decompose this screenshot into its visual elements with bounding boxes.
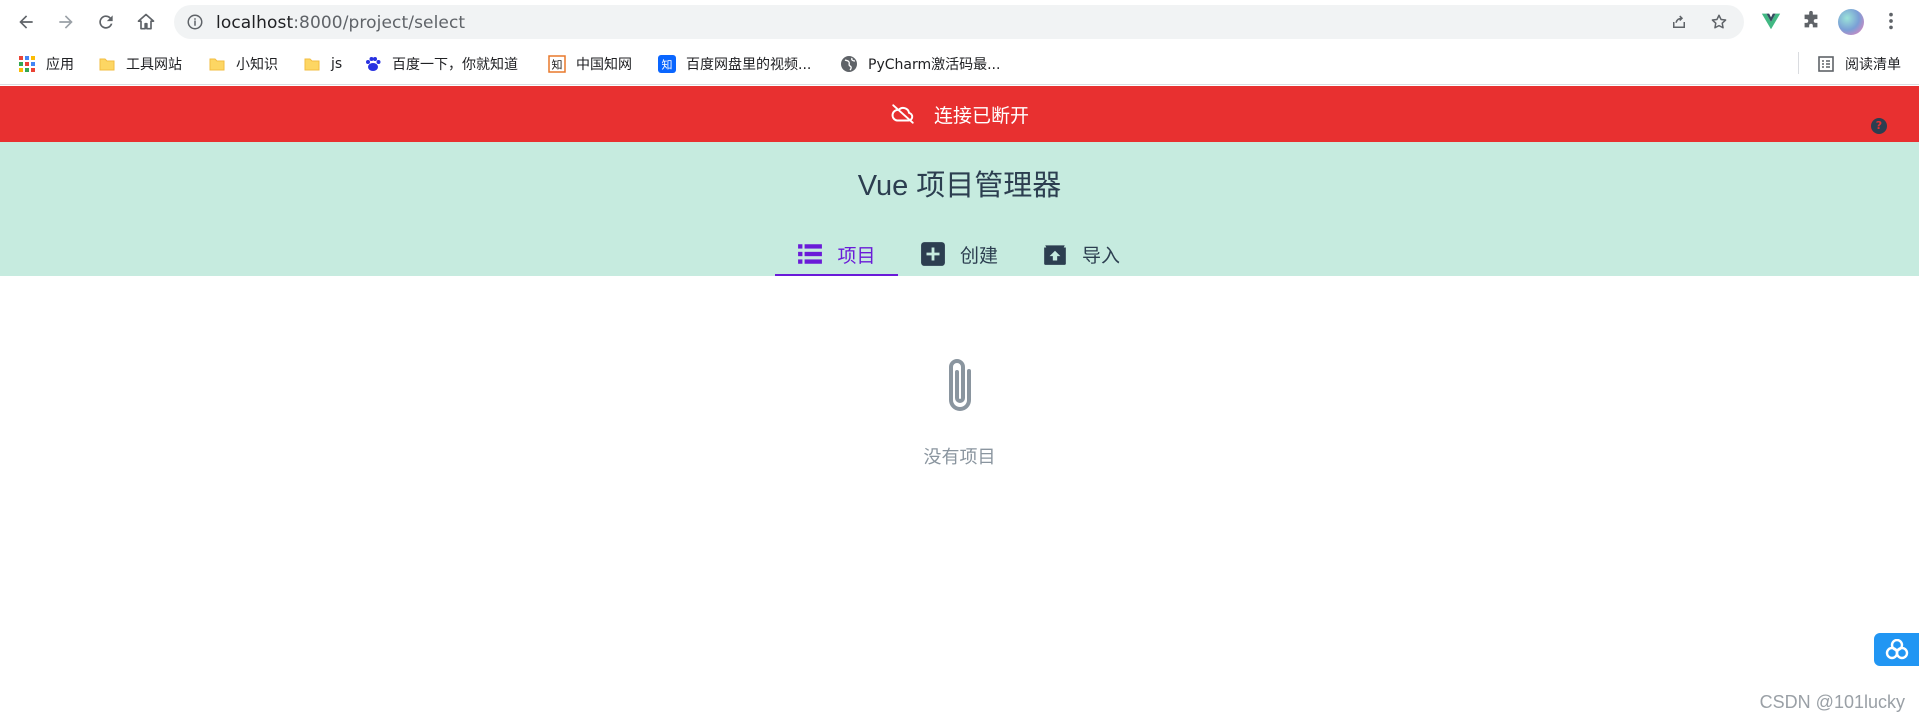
connection-lost-banner: 连接已断开 — [0, 86, 1919, 142]
share-icon[interactable] — [1670, 13, 1688, 31]
project-manager-header: Vue 项目管理器 项目 创建 导入 — [0, 142, 1919, 276]
bookmark-baidupan[interactable]: 知 百度网盘里的视频... — [658, 53, 811, 75]
cnki-icon: 知 — [548, 55, 566, 73]
apps-grid-icon — [19, 56, 35, 72]
baidu-netdisk-icon — [1885, 638, 1908, 659]
empty-message: 没有项目 — [923, 447, 996, 468]
zhihu-icon: 知 — [658, 55, 676, 73]
folder-icon — [99, 58, 115, 71]
bookmark-cnki[interactable]: 知 中国知网 — [548, 53, 632, 75]
tab-create[interactable]: 创建 — [898, 232, 1020, 276]
extensions-icon[interactable] — [1800, 10, 1822, 32]
bookmark-apps[interactable]: 应用 — [18, 53, 74, 75]
bookmark-label: 百度网盘里的视频... — [686, 57, 812, 73]
bookmark-js[interactable]: js — [303, 53, 342, 75]
unarchive-icon — [1044, 245, 1066, 265]
profile-avatar[interactable] — [1838, 9, 1864, 35]
baidu-paw-icon — [366, 57, 381, 71]
bookmark-baidu[interactable]: 百度一下，你就知道 — [364, 53, 518, 75]
bookmark-label: 工具网站 — [126, 57, 182, 73]
empty-state: 没有项目 — [0, 355, 1919, 469]
cloud-off-icon — [891, 104, 914, 124]
home-button[interactable] — [134, 10, 158, 34]
folder-icon — [304, 58, 320, 71]
page-title: Vue 项目管理器 — [857, 170, 1062, 202]
arrow-right-icon — [59, 15, 73, 29]
bookmark-tools[interactable]: 工具网站 — [98, 53, 182, 75]
bookmark-label: 应用 — [46, 57, 74, 73]
reading-list-label: 阅读清单 — [1845, 57, 1901, 73]
reload-icon — [99, 15, 113, 29]
arrow-left-icon — [19, 15, 33, 29]
bookmark-label: js — [331, 56, 343, 72]
url-text[interactable]: localhost:8000/project/select — [216, 13, 465, 33]
paperclip-icon — [948, 359, 971, 411]
bookmark-pycharm[interactable]: PyCharm激活码最... — [840, 53, 1000, 75]
svg-text:知: 知 — [552, 58, 563, 72]
folder-icon — [209, 58, 225, 71]
tab-label: 导入 — [1081, 244, 1120, 267]
url-host: localhost — [216, 13, 294, 33]
info-icon[interactable] — [186, 13, 204, 31]
tab-import[interactable]: 导入 — [1020, 232, 1142, 276]
reload-button[interactable] — [94, 10, 118, 34]
home-icon — [137, 13, 155, 30]
vue-devtools-icon[interactable] — [1760, 10, 1782, 32]
help-icon[interactable]: ? — [1871, 118, 1887, 134]
tab-label: 项目 — [837, 244, 876, 267]
browser-toolbar: localhost:8000/project/select — [0, 0, 1919, 44]
watermark: CSDN @101lucky — [1759, 692, 1905, 712]
bookmark-label: PyCharm激活码最... — [868, 57, 1001, 73]
tab-projects[interactable]: 项目 — [775, 232, 898, 276]
bookmark-label: 小知识 — [236, 57, 278, 73]
more-vert-icon[interactable] — [1880, 10, 1902, 32]
reading-list-button[interactable]: 阅读清单 — [1817, 53, 1901, 75]
reading-list-icon — [1818, 56, 1834, 72]
bookmark-label: 百度一下，你就知道 — [392, 57, 518, 73]
bookmark-label: 中国知网 — [576, 57, 632, 73]
plus-box-icon — [921, 242, 945, 266]
globe-icon — [841, 56, 857, 72]
forward-button[interactable] — [54, 10, 78, 34]
floating-baidu-button[interactable] — [1874, 633, 1919, 666]
address-bar[interactable]: localhost:8000/project/select — [174, 5, 1744, 39]
svg-text:知: 知 — [662, 58, 673, 72]
bookmarks-bar: 应用 工具网站 小知识 js 百度一下，你就知道 知 中国知网 知 百度网盘里的… — [0, 44, 1919, 85]
bookmarks-divider — [1798, 52, 1799, 74]
star-icon[interactable] — [1710, 13, 1728, 31]
tab-label: 创建 — [959, 244, 998, 267]
banner-text: 连接已断开 — [933, 104, 1029, 127]
list-icon — [798, 244, 823, 264]
url-path: :8000/project/select — [293, 13, 466, 33]
back-button[interactable] — [14, 10, 38, 34]
bookmark-tips[interactable]: 小知识 — [208, 53, 278, 75]
